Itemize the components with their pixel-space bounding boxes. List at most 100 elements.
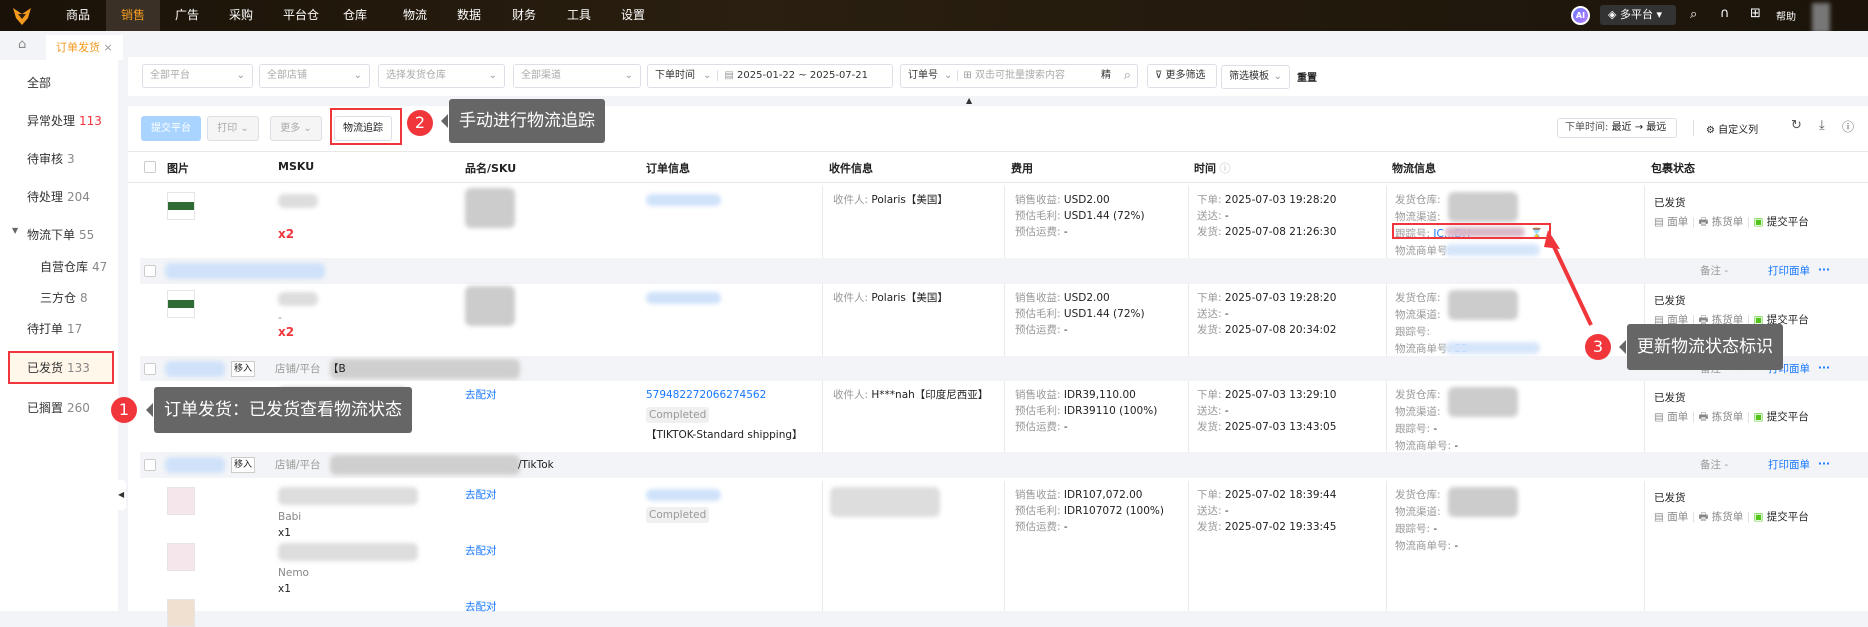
- sidebar-item[interactable]: 自营仓库 47: [40, 258, 107, 275]
- order-checkbox[interactable]: [144, 363, 156, 375]
- download-icon[interactable]: ⤓: [1819, 118, 1825, 133]
- headset-icon[interactable]: ∩: [1720, 6, 1730, 21]
- product-image: [167, 543, 195, 571]
- label-print-button[interactable]: ▤ 面单: [1654, 216, 1688, 228]
- field-label: 送达:: [1197, 308, 1222, 320]
- help-icon[interactable]: ⓘ: [1842, 118, 1854, 135]
- more-actions-icon[interactable]: ···: [1818, 262, 1830, 278]
- shop-select[interactable]: 全部店铺 ⌄: [259, 64, 370, 88]
- tab-bar: ⌂ 订单发货 ×: [0, 31, 1868, 60]
- platform-switcher[interactable]: ◈ 多平台 ▾: [1600, 5, 1676, 25]
- nav-item-4[interactable]: 平台仓: [279, 0, 323, 31]
- redacted-block: [1445, 244, 1540, 256]
- sidebar-item[interactable]: 待审核 3: [27, 150, 75, 167]
- date-range-filter[interactable]: 下单时间 ⌄ ▤ 2025-01-22 ~ 2025-07-21: [647, 64, 893, 88]
- search-group[interactable]: 订单号 ⌄ ⊞ 双击可批量搜索内容精 ⌕: [900, 64, 1138, 88]
- sort-order-select[interactable]: 下单时间: 最近 → 最远: [1557, 118, 1677, 138]
- more-dropdown[interactable]: 更多 ⌄: [270, 116, 322, 141]
- custom-columns-button[interactable]: ⚙ 自定义列: [1706, 121, 1758, 136]
- home-icon[interactable]: ⌂: [18, 37, 26, 52]
- redacted-block: [330, 359, 520, 379]
- pair-link[interactable]: 去配对: [465, 487, 497, 503]
- order-checkbox[interactable]: [144, 459, 156, 471]
- nav-item-6[interactable]: 物流: [398, 0, 432, 31]
- field-label: 预估运费:: [1015, 421, 1061, 433]
- tab-order-shipping[interactable]: 订单发货 ×: [46, 35, 123, 60]
- nav-item-10[interactable]: 设置: [616, 0, 650, 31]
- picklist-button[interactable]: 🖶 拣货单: [1698, 411, 1743, 423]
- sidebar-item[interactable]: 三方仓 8: [40, 289, 88, 306]
- column-divider: [1188, 381, 1189, 452]
- nav-item-7[interactable]: 数据: [452, 0, 486, 31]
- more-filters-button[interactable]: ⊽ 更多筛选: [1147, 64, 1217, 88]
- apps-grid-icon[interactable]: ⊞: [1750, 6, 1761, 21]
- submit-platform-button[interactable]: 提交平台: [141, 116, 201, 141]
- search-icon[interactable]: ⌕: [1690, 7, 1697, 22]
- order-checkbox[interactable]: [144, 265, 156, 277]
- product-image: [167, 290, 195, 318]
- submit-platform-action[interactable]: ▣ 提交平台: [1753, 511, 1808, 523]
- sidebar-item[interactable]: 待处理 204: [27, 188, 90, 205]
- help-link[interactable]: 帮助: [1776, 8, 1796, 23]
- move-in-button[interactable]: 移入: [231, 457, 256, 473]
- field-value: -: [1221, 308, 1229, 320]
- more-actions-icon[interactable]: ···: [1818, 456, 1830, 472]
- label-print-button[interactable]: ▤ 面单: [1654, 511, 1688, 523]
- pair-link[interactable]: 去配对: [465, 387, 497, 403]
- sidebar-item-label: 待打单: [27, 322, 64, 336]
- sidebar-item-label: 物流下单: [27, 228, 76, 242]
- pair-link[interactable]: 去配对: [465, 543, 497, 559]
- sidebar-item[interactable]: 全部: [27, 74, 51, 91]
- select-all-checkbox[interactable]: [144, 161, 156, 173]
- pair-link[interactable]: 去配对: [465, 599, 497, 615]
- avatar[interactable]: [1812, 3, 1830, 33]
- sidebar-item[interactable]: 待打单 17: [27, 320, 82, 337]
- nav-item-2[interactable]: 广告: [170, 0, 204, 31]
- more-actions-icon[interactable]: ···: [1818, 360, 1830, 376]
- close-icon[interactable]: ×: [104, 41, 113, 54]
- sidebar-item[interactable]: ▼ 物流下单 55: [12, 226, 94, 243]
- filter-template-select[interactable]: 筛选模板 ⌄: [1221, 65, 1290, 89]
- submit-platform-action[interactable]: ▣ 提交平台: [1753, 411, 1808, 423]
- collapse-sidebar-handle[interactable]: ◀: [118, 480, 126, 510]
- search-type-select[interactable]: 订单号: [908, 70, 938, 81]
- print-label-link[interactable]: 打印面单: [1768, 263, 1810, 279]
- nav-item-0[interactable]: 商品: [65, 0, 91, 31]
- move-in-button[interactable]: 移入: [231, 361, 256, 377]
- picklist-button[interactable]: 🖶 拣货单: [1698, 216, 1743, 228]
- field-label: 预估毛利:: [1015, 308, 1061, 320]
- order-number-link[interactable]: 579482272066274562: [646, 387, 766, 403]
- label-print-button[interactable]: ▤ 面单: [1654, 411, 1688, 423]
- sidebar-item[interactable]: 已搁置 260: [27, 399, 90, 416]
- reset-button[interactable]: 重置: [1297, 69, 1317, 84]
- logistics-line: 物流渠道:: [1395, 307, 1441, 323]
- nav-item-8[interactable]: 财务: [507, 0, 541, 31]
- print-label-link[interactable]: 打印面单: [1768, 457, 1810, 473]
- help-icon[interactable]: ⓘ: [1216, 162, 1230, 175]
- search-icon[interactable]: ⌕: [1124, 65, 1131, 87]
- sidebar-item-label: 自营仓库: [40, 260, 89, 274]
- sidebar-item-label: 三方仓: [40, 291, 77, 305]
- picklist-button[interactable]: 🖶 拣货单: [1698, 511, 1743, 523]
- exact-toggle[interactable]: 精: [1101, 65, 1111, 87]
- nav-item-5[interactable]: 仓库: [338, 0, 372, 31]
- refresh-icon[interactable]: ↻: [1791, 118, 1802, 133]
- field-value: -: [1221, 505, 1229, 517]
- ai-assistant-button[interactable]: AI: [1571, 6, 1590, 25]
- date-range-input[interactable]: 2025-01-22 ~ 2025-07-21: [737, 70, 868, 81]
- search-input[interactable]: 双击可批量搜索内容: [975, 70, 1065, 81]
- submit-platform-action[interactable]: ▣ 提交平台: [1753, 216, 1808, 228]
- print-dropdown[interactable]: 打印 ⌄: [207, 116, 259, 141]
- channel-select[interactable]: 全部渠道 ⌄: [513, 64, 641, 88]
- warehouse-select[interactable]: 选择发货仓库 ⌄: [378, 64, 505, 88]
- nav-item-3[interactable]: 采购: [224, 0, 258, 31]
- sidebar-item[interactable]: 异常处理 113: [27, 112, 102, 129]
- time-type-select[interactable]: 下单时间: [655, 70, 695, 81]
- platform-select[interactable]: 全部平台 ⌄: [142, 64, 253, 88]
- field-value: 2025-07-03 19:28:20: [1221, 292, 1337, 304]
- expand-triangle-icon[interactable]: ▼: [12, 226, 18, 235]
- nav-item-1[interactable]: 销售: [106, 0, 160, 31]
- : |: [1688, 411, 1699, 423]
- collapse-filter-arrow[interactable]: ▲: [966, 96, 972, 105]
- nav-item-9[interactable]: 工具: [562, 0, 596, 31]
